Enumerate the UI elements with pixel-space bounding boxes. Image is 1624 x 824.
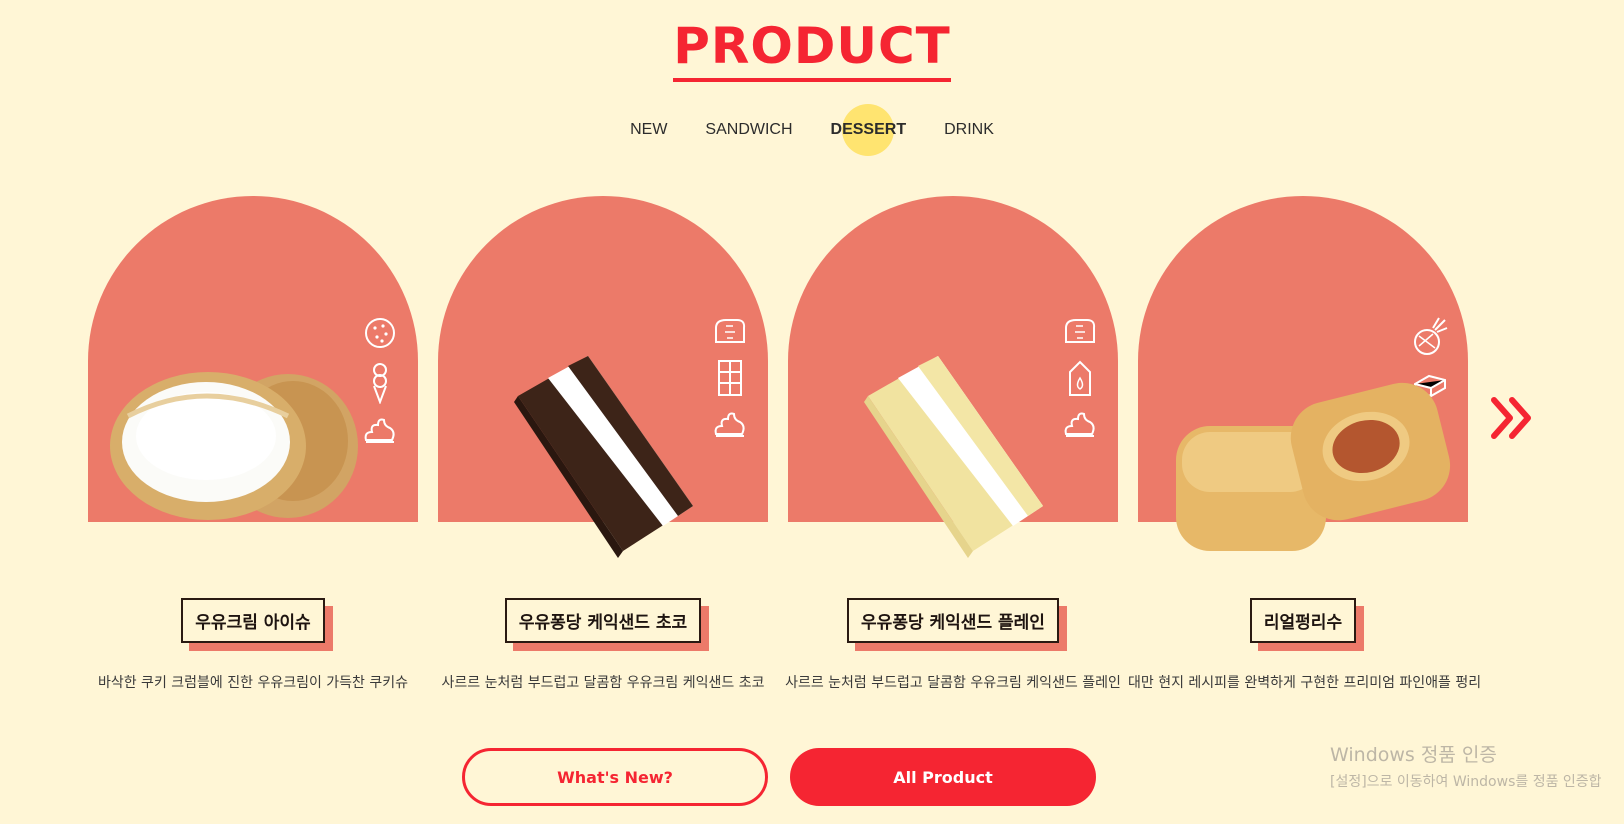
product-description: 대만 현지 레시피를 완벽하게 구현한 프리미엄 파인애플 펑리 [1128, 675, 1482, 691]
watermark-title: Windows 정품 인증 [1330, 744, 1497, 766]
tab-label: DRINK [944, 121, 994, 138]
product-description: 바삭한 쿠키 크럼블에 진한 우유크림이 가득찬 쿠키슈 [97, 675, 409, 691]
tab-dessert[interactable]: DESSERT [830, 104, 907, 156]
product-card[interactable]: 우유크림 아이슈 바삭한 쿠키 크럼블에 진한 우유크림이 가득찬 쿠키슈 [88, 196, 418, 696]
tab-label: SANDWICH [705, 121, 793, 138]
product-name: 우유크림 아이슈 [181, 598, 325, 643]
product-name: 우유퐁당 케익샌드 초코 [504, 598, 702, 643]
section-header: PRODUCT [0, 18, 1624, 82]
product-image-plain-cake-sandwich [864, 356, 1043, 558]
category-tabs: NEW SANDWICH DESSERT DRINK [0, 104, 1624, 156]
product-card[interactable]: 우유퐁당 케익샌드 초코 사르르 눈처럼 부드럽고 달콤함 우유크림 케익샌드 … [438, 196, 768, 696]
tab-label: DESSERT [830, 121, 907, 138]
tab-label: NEW [630, 121, 668, 138]
carousel-next-arrow-icon[interactable] [1490, 396, 1536, 440]
product-card[interactable]: 우유퐁당 케익샌드 플레인 사르르 눈처럼 부드럽고 달콤함 우유크림 케익샌드… [785, 196, 1121, 696]
product-description: 사르르 눈처럼 부드럽고 달콤함 우유크림 케익샌드 초코 [441, 675, 765, 691]
product-image-pineapple-cake [1176, 382, 1451, 551]
product-description: 사르르 눈처럼 부드럽고 달콤함 우유크림 케익샌드 플레인 [785, 675, 1121, 691]
tab-drink[interactable]: DRINK [944, 118, 994, 142]
watermark-subtitle: [설정]으로 이동하여 Windows를 정품 인증합 [1330, 774, 1602, 790]
product-name: 리얼펑리수 [1249, 598, 1357, 643]
product-name: 우유퐁당 케익샌드 플레인 [847, 598, 1059, 643]
action-buttons: What's New? All Product [462, 748, 1096, 806]
product-image-cookie-choux [110, 372, 358, 520]
tab-new[interactable]: NEW [630, 118, 667, 142]
tab-sandwich[interactable]: SANDWICH [705, 118, 792, 142]
all-product-button[interactable]: All Product [790, 748, 1096, 806]
windows-activation-watermark: Windows 정품 인증 [설정]으로 이동하여 Windows를 정품 인증… [1330, 740, 1602, 791]
product-card[interactable]: 리얼펑리수 대만 현지 레시피를 완벽하게 구현한 프리미엄 파인애플 펑리 [1128, 196, 1481, 696]
page-title: PRODUCT [673, 18, 951, 82]
product-carousel: 우유크림 아이슈 바삭한 쿠키 크럼블에 진한 우유크림이 가득찬 쿠키슈 우유… [0, 196, 1624, 716]
product-image-choco-cake-sandwich [514, 356, 693, 558]
whats-new-button[interactable]: What's New? [462, 748, 768, 806]
